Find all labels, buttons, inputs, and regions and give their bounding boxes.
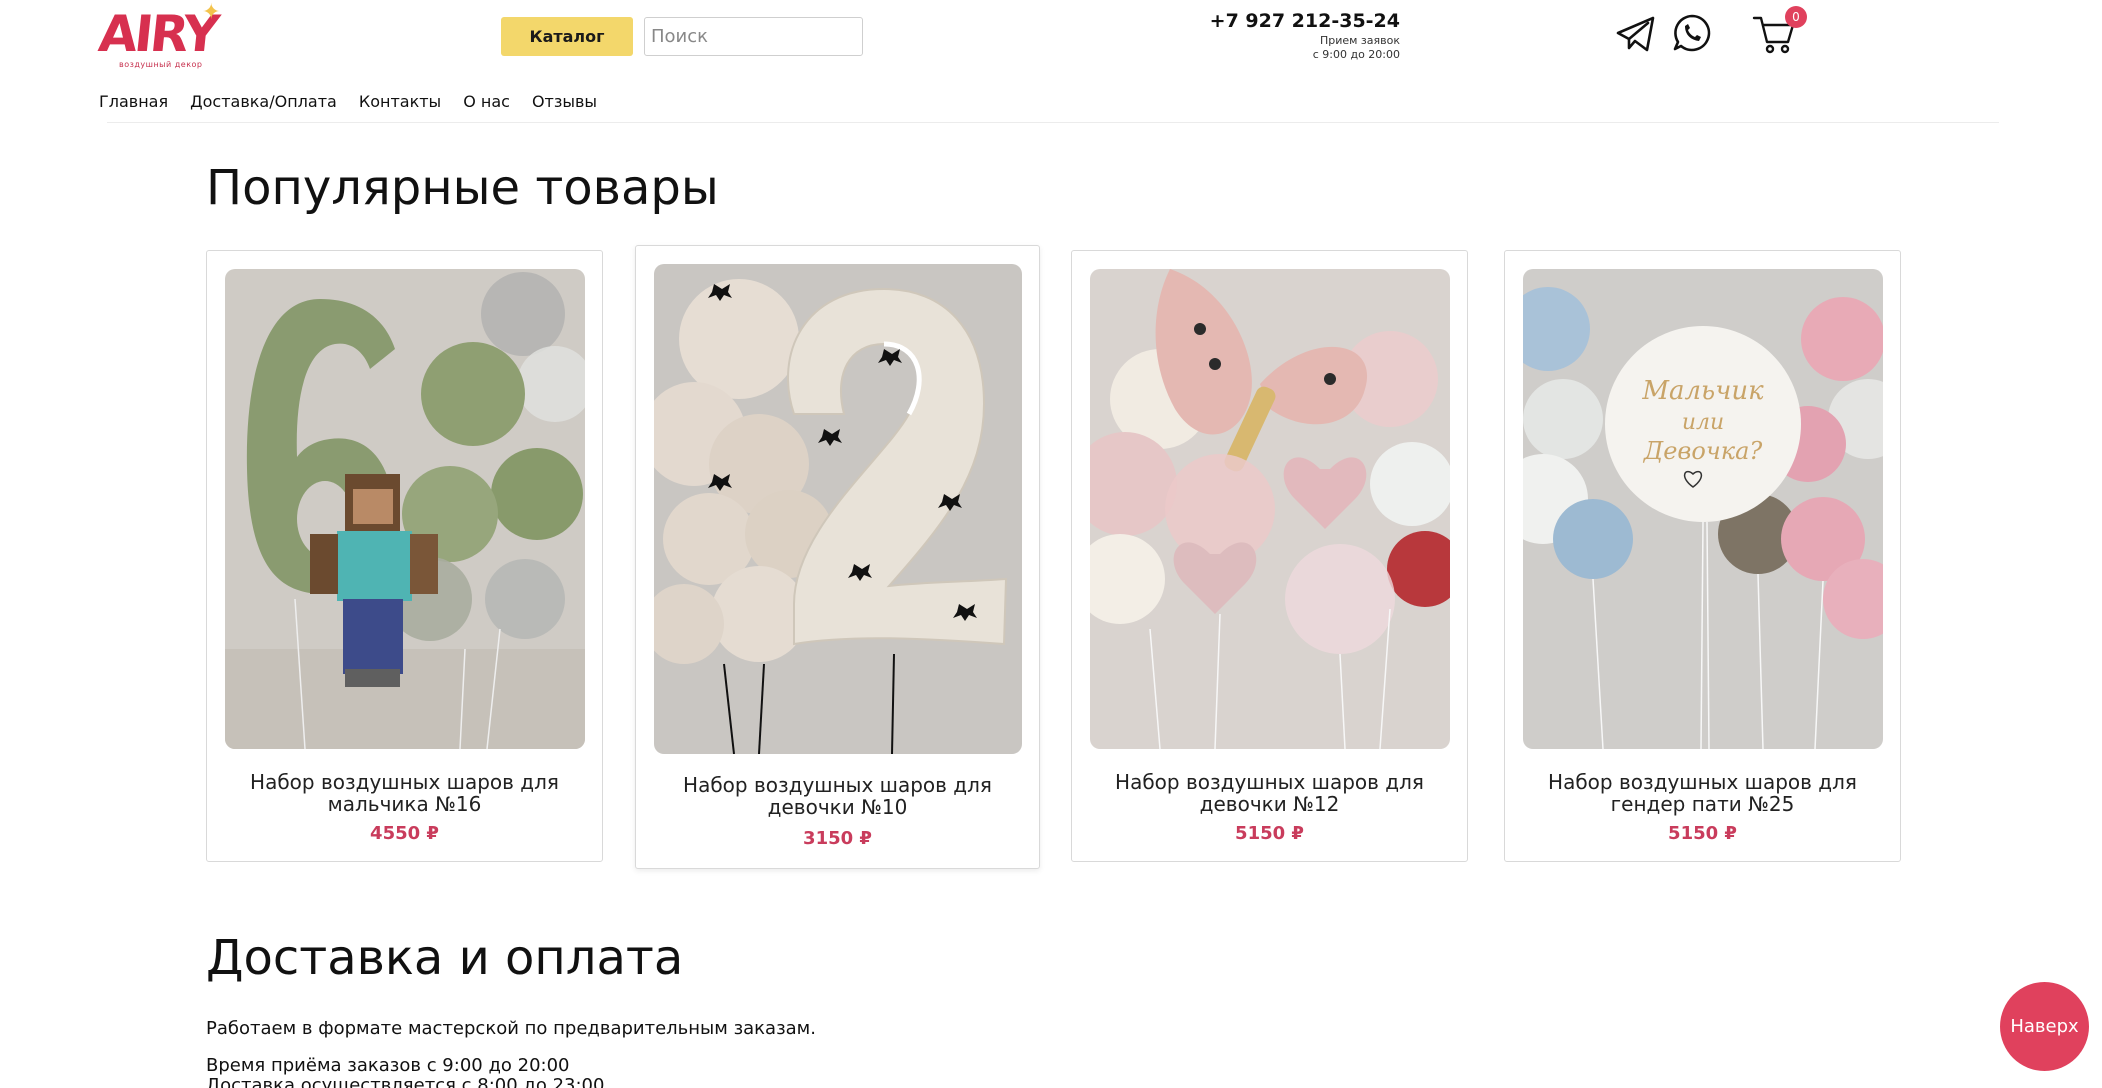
svg-text:Девочка?: Девочка? — [1643, 437, 1763, 465]
product-price: 4550 ₽ — [370, 823, 439, 844]
logo-star-icon: ✦ — [202, 0, 221, 25]
main-nav: Главная Доставка/Оплата Контакты О нас О… — [99, 92, 619, 111]
popular-title: Популярные товары — [206, 160, 719, 216]
nav-item-delivery[interactable]: Доставка/Оплата — [190, 92, 337, 111]
product-price: 5150 ₽ — [1235, 823, 1304, 844]
delivery-text: Время приёма заказов с 9:00 до 20:00 — [206, 1055, 570, 1076]
contact-block: +7 927 212-35-24 Прием заявок с 9:00 до … — [1100, 10, 1400, 62]
delivery-text: Работаем в формате мастерской по предвар… — [206, 1018, 816, 1039]
product-card[interactable]: Набор воздушных шаров для девочки №10 31… — [635, 245, 1040, 869]
nav-item-about[interactable]: О нас — [463, 92, 510, 111]
product-image[interactable] — [1090, 269, 1450, 749]
product-image[interactable] — [225, 269, 585, 749]
product-image[interactable]: Мальчик или Девочка? — [1523, 269, 1883, 749]
product-name[interactable]: Набор воздушных шаров для девочки №10 — [636, 774, 1039, 818]
telegram-icon[interactable] — [1615, 14, 1657, 54]
phone-number[interactable]: +7 927 212-35-24 — [1100, 10, 1400, 32]
logo-tagline: воздушный декор — [119, 60, 203, 69]
cart-count-badge: 0 — [1785, 6, 1807, 28]
hours-label: Прием заявок — [1319, 34, 1400, 47]
nav-item-contacts[interactable]: Контакты — [359, 92, 441, 111]
product-card[interactable]: Набор воздушных шаров для девочки №12 51… — [1071, 250, 1468, 862]
delivery-text: Доставка осуществляется с 8:00 до 23:00 — [206, 1075, 605, 1088]
product-price: 5150 ₽ — [1668, 823, 1737, 844]
catalog-button[interactable]: Каталог — [501, 17, 633, 56]
nav-item-reviews[interactable]: Отзывы — [532, 92, 597, 111]
delivery-title: Доставка и оплата — [206, 930, 684, 986]
scroll-to-top-button[interactable]: Наверх — [2000, 982, 2089, 1071]
product-name[interactable]: Набор воздушных шаров для мальчика №16 — [207, 771, 602, 815]
svg-text:или: или — [1682, 410, 1724, 435]
product-card[interactable]: Мальчик или Девочка? Набор воздушных шар… — [1504, 250, 1901, 862]
product-name[interactable]: Набор воздушных шаров для девочки №12 — [1072, 771, 1467, 815]
hours-value: с 9:00 до 20:00 — [1312, 48, 1400, 61]
search-input[interactable] — [644, 17, 863, 56]
logo[interactable]: AIRY ✦ воздушный декор — [95, 2, 229, 70]
product-name[interactable]: Набор воздушных шаров для гендер пати №2… — [1505, 771, 1900, 815]
whatsapp-icon[interactable] — [1672, 13, 1712, 53]
product-image[interactable] — [654, 264, 1022, 754]
product-price: 3150 ₽ — [803, 828, 872, 849]
product-card[interactable]: Набор воздушных шаров для мальчика №16 4… — [206, 250, 603, 862]
svg-text:Мальчик: Мальчик — [1641, 376, 1764, 406]
logo-text: AIRY — [95, 5, 220, 63]
nav-item-home[interactable]: Главная — [99, 92, 168, 111]
